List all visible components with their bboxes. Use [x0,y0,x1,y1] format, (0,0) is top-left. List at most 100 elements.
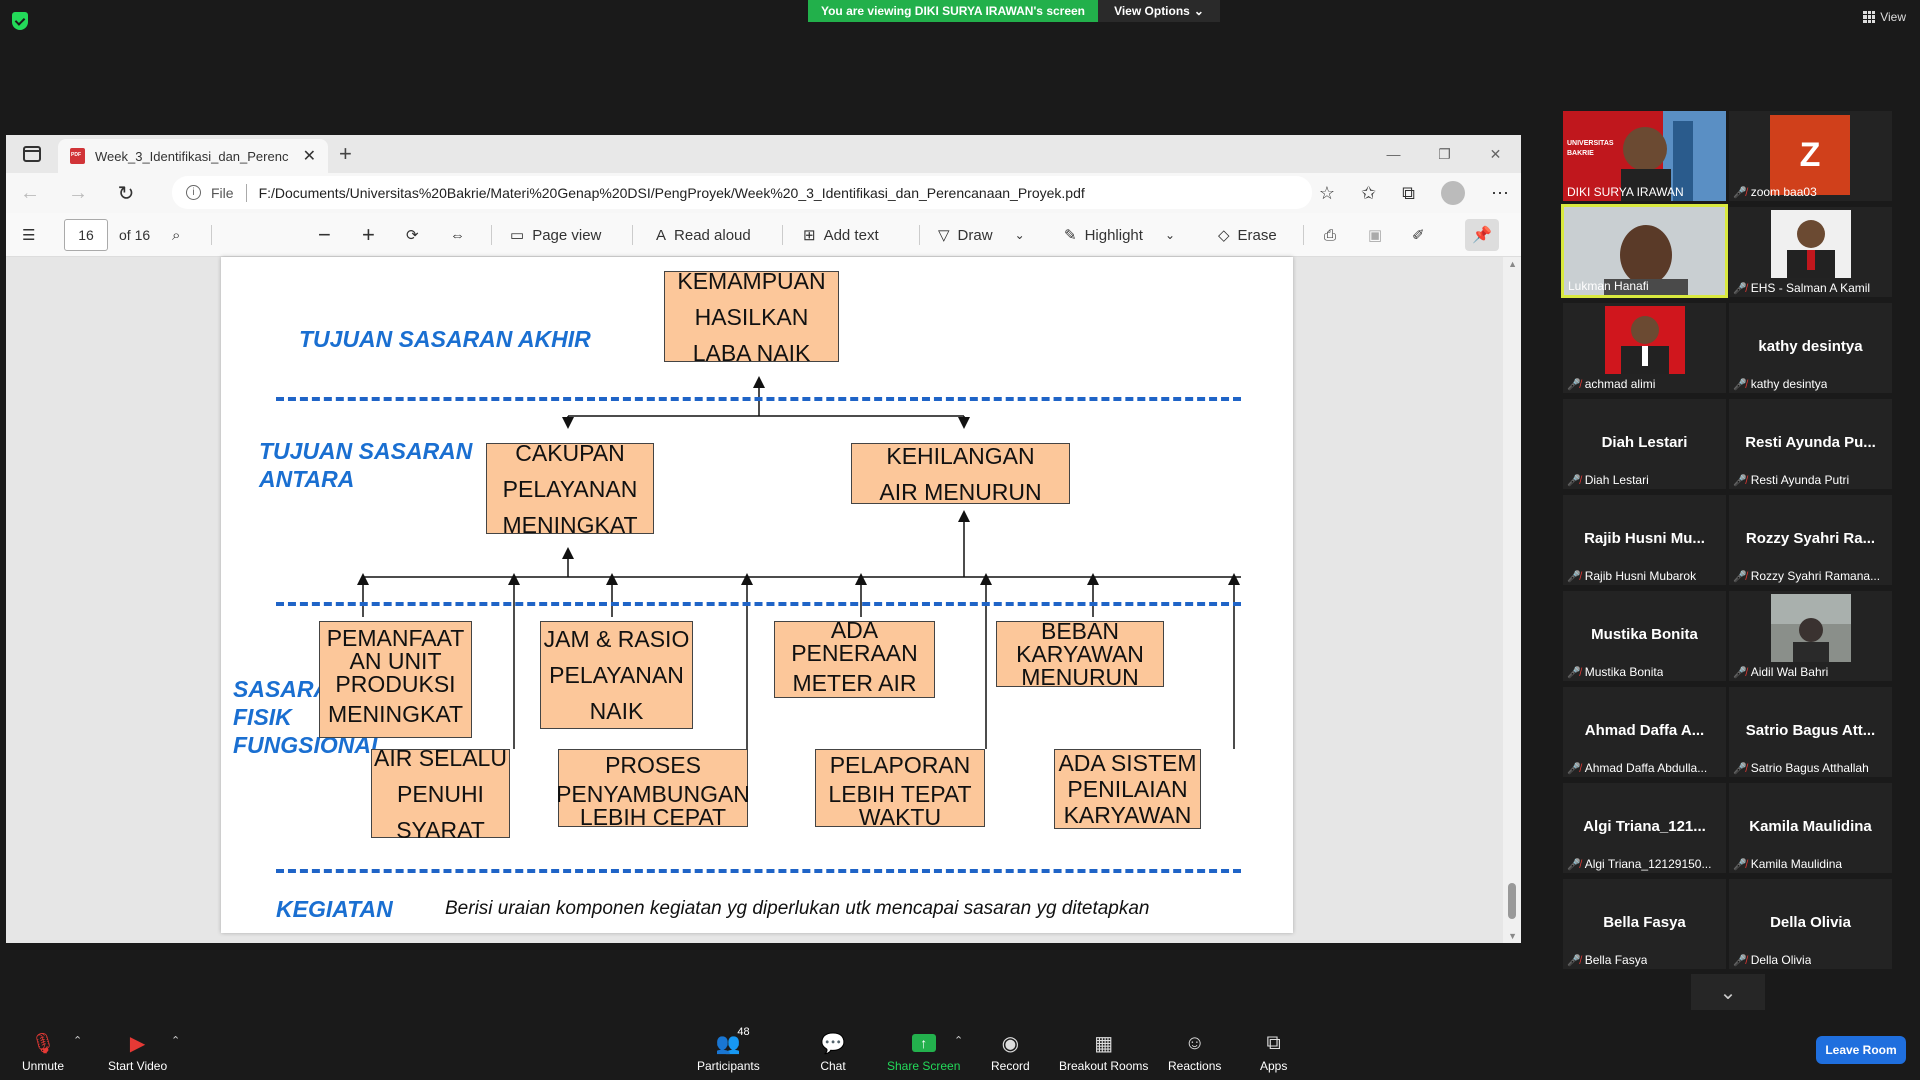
restore-icon[interactable]: ❐ [1419,135,1470,173]
box-water-loss: KEHILANGAN AIR MENURUN [851,443,1070,505]
collections-icon[interactable]: ⧉ [1402,183,1415,204]
rotate-icon[interactable]: ⟳ [406,213,419,257]
participant-tile[interactable]: 🎤̸ EHS - Salman A Kamil [1729,207,1892,297]
reactions-icon: ☺ [1184,1031,1205,1054]
add-text-button[interactable]: ⊞ Add text [803,213,879,257]
participant-tile[interactable]: Resti Ayunda Pu... 🎤̸ Resti Ayunda Putri [1729,399,1892,489]
participant-tile[interactable]: Kamila Maulidina 🎤̸ Kamila Maulidina [1729,783,1892,873]
start-video-button[interactable]: ▶ Start Video [108,1032,167,1074]
print-icon[interactable]: ⎙ [1324,213,1336,257]
draw-label: Draw [957,226,993,244]
security-shield-icon[interactable] [12,12,28,30]
box-line: ADA SISTEM [1058,750,1197,776]
participant-name: DIKI SURYA IRAWAN [1567,185,1684,199]
chevron-down-icon: ⌄ [1193,4,1204,18]
refresh-icon[interactable]: ↻ [102,181,150,206]
participant-tile[interactable]: 🎤̸ Aidil Wal Bahri [1729,591,1892,681]
pdf-toolbar: ☰ 16 of 16 ⌕ − + ⟳ ⇔ ▭ Page view A Read al… [6,213,1521,257]
box-line: PRODUKSI [335,671,456,697]
participant-photo [1770,594,1851,662]
save-icon[interactable]: ▣ [1368,213,1382,257]
scroll-thumb[interactable] [1508,883,1516,919]
audio-options-chevron-icon[interactable]: ⌃ [73,1034,82,1047]
highlight-button[interactable]: ✎ Highlight ⌄ [1064,213,1175,257]
participant-tile[interactable]: Rozzy Syahri Ra... 🎤̸ Rozzy Syahri Ramana… [1729,495,1892,585]
reactions-button[interactable]: ☺ Reactions [1168,1031,1221,1074]
chat-button[interactable]: 💬 Chat [820,1032,846,1074]
box-line: PEMANFAAT [326,625,465,651]
box-water-meter: ADA PENERAAN METER AIR [774,618,935,698]
participant-tile[interactable]: Mustika Bonita 🎤̸ Mustika Bonita [1563,591,1726,681]
leave-room-button[interactable]: Leave Room [1816,1036,1906,1064]
participants-button[interactable]: 👥 48 Participants [697,1026,760,1073]
more-icon[interactable]: ⋯ [1491,183,1509,204]
participant-tile-active[interactable]: Lukman Hanafi [1561,204,1728,298]
record-button[interactable]: ◉ Record [991,1032,1030,1074]
new-tab-icon[interactable]: + [339,141,352,167]
pin-toolbar-icon[interactable]: 📌 [1465,219,1499,251]
participant-tile[interactable]: Bella Fasya 🎤̸ Bella Fasya [1563,879,1726,969]
participant-tile[interactable]: Satrio Bagus Att... 🎤̸ Satrio Bagus Attha… [1729,687,1892,777]
page-view-button[interactable]: ▭ Page view [510,213,601,257]
participant-tile[interactable]: Ahmad Daffa A... 🎤̸ Ahmad Daffa Abdulla..… [1563,687,1726,777]
search-icon[interactable]: ⌕ [172,213,180,257]
profile-avatar[interactable] [1441,181,1465,205]
box-line: KEMAMPUAN [677,267,826,294]
favorite-add-icon[interactable]: ☆ [1319,183,1335,204]
page-number-input[interactable]: 16 [64,219,108,251]
save-as-icon[interactable]: ✐ [1412,213,1425,257]
participant-tile[interactable]: Z 🎤̸ zoom baa03 [1729,111,1892,201]
url-field[interactable]: i File F:/Documents/Universitas%20Bakrie… [172,176,1312,209]
read-aloud-button[interactable]: A Read aloud [656,213,751,257]
favorites-icon[interactable]: ✩ [1361,183,1376,204]
participant-display-name: Ahmad Daffa A... [1584,721,1705,739]
chevron-down-icon[interactable]: ⌄ [1165,228,1175,242]
box-reporting: PELAPORAN LEBIH TEPAT WAKTU [815,749,985,829]
breakout-rooms-button[interactable]: ▦ Breakout Rooms [1059,1032,1148,1074]
back-icon[interactable]: ← [6,182,54,205]
erase-button[interactable]: ◇ Erase [1218,213,1277,257]
avatar: Z [1770,115,1850,195]
scroll-down-icon[interactable]: ▼ [1508,931,1517,941]
participant-tile[interactable]: kathy desintya 🎤̸ kathy desintya [1729,303,1892,393]
participant-tile[interactable]: Rajib Husni Mu... 🎤̸ Rajib Husni Mubarok [1563,495,1726,585]
contents-icon[interactable]: ☰ [22,213,35,257]
browser-tab[interactable]: Week_3_Identifikasi_dan_Perenc ✕ [58,139,328,173]
share-screen-button[interactable]: ↑ Share Screen [887,1032,960,1073]
draw-button[interactable]: ▽ Draw ⌄ [938,213,1025,257]
participant-tile[interactable]: Della Olivia 🎤̸ Della Olivia [1729,879,1892,969]
vertical-scrollbar[interactable]: ▲ ▼ [1503,257,1521,943]
participant-display-name: Bella Fasya [1603,913,1686,931]
view-label: View [1880,10,1906,24]
view-options-button[interactable]: View Options ⌄ [1098,0,1220,22]
page-total: of 16 [119,227,151,243]
pdf-viewer[interactable]: TUJUAN SASARAN AKHIR TUJUAN SASARAN ANTA… [6,257,1521,943]
close-window-icon[interactable]: ✕ [1470,135,1521,173]
page-view-icon: ▭ [510,227,525,244]
fit-page-icon[interactable]: ⇔ [450,213,465,257]
share-screen-label: Share Screen [887,1059,961,1073]
participant-tile[interactable]: 🎤̸ achmad alimi [1563,303,1726,393]
video-options-chevron-icon[interactable]: ⌃ [171,1034,180,1047]
unmute-button[interactable]: 🎙 Unmute [22,1032,64,1074]
gallery-scroll-down-icon[interactable]: ⌄ [1691,974,1765,1010]
forward-icon[interactable]: → [54,182,102,205]
info-icon[interactable]: i [186,185,201,200]
participant-display-name: Della Olivia [1770,913,1851,931]
zoom-out-icon[interactable]: − [318,213,331,257]
chevron-down-icon[interactable]: ⌄ [1015,228,1025,242]
participant-name: 🎤̸ EHS - Salman A Kamil [1733,281,1870,295]
close-tab-icon[interactable]: ✕ [303,146,316,166]
participant-tile[interactable]: Algi Triana_121... 🎤̸ Algi Triana_1212915… [1563,783,1726,873]
minimize-icon[interactable]: — [1368,135,1419,173]
participant-name: 🎤̸ Rajib Husni Mubarok [1567,569,1696,583]
view-button[interactable]: View [1863,10,1906,24]
zoom-in-icon[interactable]: + [362,213,375,257]
tab-actions-icon[interactable] [23,146,41,162]
scroll-up-icon[interactable]: ▲ [1508,259,1517,269]
share-options-chevron-icon[interactable]: ⌃ [954,1034,963,1047]
participant-label: Rajib Husni Mubarok [1584,569,1697,583]
participant-tile[interactable]: UNIVERSITAS BAKRIE DIKI SURYA IRAWAN [1563,111,1726,201]
participant-tile[interactable]: Diah Lestari 🎤̸ Diah Lestari [1563,399,1726,489]
apps-button[interactable]: ⧉ Apps [1260,1032,1287,1074]
